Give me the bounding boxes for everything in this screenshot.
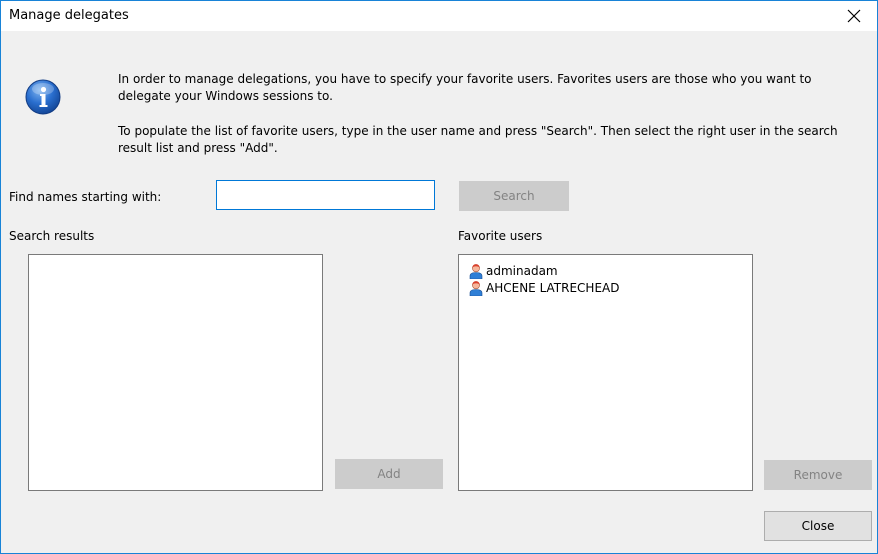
- favorite-users-label: Favorite users: [458, 229, 543, 243]
- manage-delegates-dialog: Manage delegates In order to manage dele…: [0, 0, 878, 554]
- info-paragraph-1: In order to manage delegations, you have…: [118, 72, 812, 103]
- user-icon: [469, 263, 483, 279]
- close-button[interactable]: Close: [764, 511, 872, 541]
- list-item-label: adminadam: [486, 263, 558, 278]
- user-icon: [469, 280, 483, 296]
- search-button[interactable]: Search: [459, 181, 569, 211]
- close-icon: [847, 9, 861, 23]
- list-item[interactable]: adminadam: [459, 262, 752, 279]
- remove-button[interactable]: Remove: [764, 460, 872, 490]
- title-bar: Manage delegates: [1, 1, 877, 31]
- info-paragraph-2: To populate the list of favorite users, …: [118, 124, 838, 155]
- search-input[interactable]: [216, 180, 435, 210]
- favorite-users-list[interactable]: adminadam AHCENE LATRECHEAD: [458, 254, 753, 491]
- info-icon: [25, 79, 61, 115]
- search-results-list[interactable]: [28, 254, 323, 491]
- list-item[interactable]: AHCENE LATRECHEAD: [459, 279, 752, 296]
- close-window-button[interactable]: [831, 1, 877, 31]
- window-title: Manage delegates: [9, 8, 129, 23]
- list-item-label: AHCENE LATRECHEAD: [486, 280, 620, 295]
- search-results-label: Search results: [9, 229, 95, 243]
- find-names-label: Find names starting with:: [9, 190, 162, 204]
- add-button[interactable]: Add: [335, 459, 443, 489]
